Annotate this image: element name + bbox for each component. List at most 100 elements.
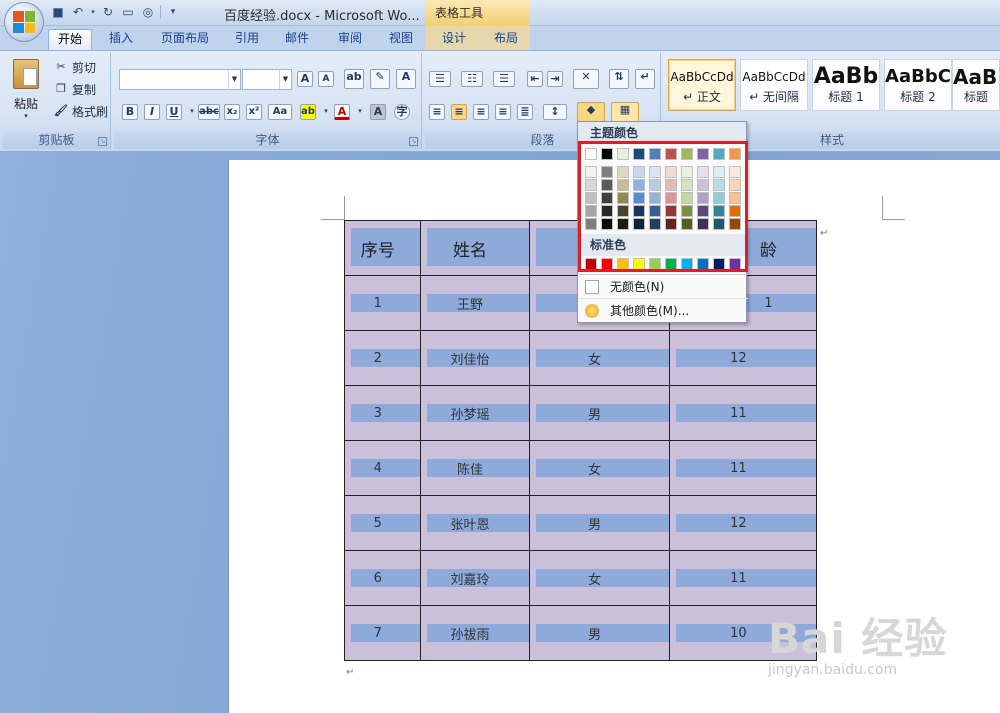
underline-icon[interactable]: U (166, 104, 182, 120)
theme-shade-swatch[interactable] (697, 179, 709, 191)
theme-shade-swatch[interactable] (681, 218, 693, 230)
style-normal[interactable]: AaBbCcDd ↵ 正文 (668, 59, 736, 111)
table-header-cell[interactable]: 姓名↵ (419, 220, 530, 276)
theme-shade-swatch[interactable] (617, 218, 629, 230)
table-cell[interactable]: 男↵ (528, 385, 671, 441)
shrink-font-icon[interactable]: A (318, 71, 334, 87)
theme-shade-swatch[interactable] (649, 166, 661, 178)
multilevel-list-icon[interactable]: ☰ (493, 71, 515, 87)
table-cell[interactable]: 刘佳怡↵ (419, 330, 530, 386)
enclose-char-icon[interactable]: 字 (394, 104, 410, 120)
decrease-indent-icon[interactable]: ⇤ (527, 71, 543, 87)
font-color-icon[interactable]: A (334, 104, 350, 120)
theme-shade-swatch[interactable] (601, 192, 613, 204)
more-colors-item[interactable]: 其他颜色(M)... (578, 298, 748, 322)
theme-color-swatch[interactable] (697, 148, 709, 160)
standard-color-swatch[interactable] (585, 258, 597, 270)
theme-shade-swatch[interactable] (601, 205, 613, 217)
theme-shade-swatch[interactable] (713, 205, 725, 217)
standard-color-swatch[interactable] (617, 258, 629, 270)
theme-color-swatch[interactable] (601, 148, 613, 160)
theme-shade-swatch[interactable] (649, 218, 661, 230)
grow-font-icon[interactable]: A (297, 71, 313, 87)
theme-color-swatch[interactable] (617, 148, 629, 160)
no-color-item[interactable]: 无颜色(N) (578, 274, 748, 298)
align-left-icon[interactable]: ≡ (429, 104, 445, 120)
strikethrough-icon[interactable]: abc (198, 104, 220, 120)
standard-color-swatch[interactable] (681, 258, 693, 270)
font-size-combo[interactable]: ▼ (242, 69, 292, 90)
theme-shade-swatch[interactable] (601, 218, 613, 230)
table-cell[interactable]: 12↵ (669, 495, 817, 551)
theme-shade-swatch[interactable] (713, 166, 725, 178)
style-no-spacing[interactable]: AaBbCcDd ↵ 无间隔 (740, 59, 808, 111)
style-heading-2[interactable]: AaBbC 标题 2 (884, 59, 952, 111)
theme-shade-swatch[interactable] (681, 205, 693, 217)
theme-shade-swatch[interactable] (665, 205, 677, 217)
theme-shade-swatch[interactable] (649, 192, 661, 204)
table-cell[interactable]: 12↵ (669, 330, 817, 386)
theme-shade-swatch[interactable] (633, 192, 645, 204)
table-cell[interactable]: 王野↵ (419, 275, 530, 331)
theme-shade-swatch[interactable] (729, 166, 741, 178)
bold-icon[interactable]: B (122, 104, 138, 120)
table-cell[interactable]: 刘嘉玲↵ (419, 550, 530, 606)
tab-design[interactable]: 设计 (435, 29, 473, 50)
sort-icon[interactable]: ⇅ (609, 69, 629, 89)
standard-color-swatch[interactable] (665, 258, 677, 270)
bullets-icon[interactable]: ☰ (429, 71, 451, 87)
theme-shade-swatch[interactable] (681, 179, 693, 191)
copy-button[interactable]: ❐ 复制 (53, 81, 96, 98)
standard-color-swatch[interactable] (649, 258, 661, 270)
borders-icon[interactable]: ▦ (611, 102, 639, 122)
tab-mailings[interactable]: 邮件 (278, 29, 316, 50)
clipboard-launcher-icon[interactable]: ↘ (98, 137, 107, 146)
theme-shade-swatch[interactable] (633, 218, 645, 230)
highlight-dropdown-icon[interactable]: ▾ (318, 104, 334, 120)
superscript-icon[interactable]: x² (246, 104, 262, 120)
theme-shade-swatch[interactable] (665, 179, 677, 191)
table-cell[interactable]: 张叶恩↵ (419, 495, 530, 551)
font-name-dropdown-icon[interactable]: ▼ (228, 70, 240, 89)
new-doc-icon[interactable]: ▭ (120, 4, 136, 20)
tab-view[interactable]: 视图 (382, 29, 420, 50)
table-cell[interactable]: 孙梦瑶↵ (419, 385, 530, 441)
format-painter-button[interactable]: 🖌 格式刷 (53, 103, 108, 120)
theme-shade-swatch[interactable] (681, 192, 693, 204)
theme-shade-swatch[interactable] (585, 218, 597, 230)
theme-shade-swatch[interactable] (713, 179, 725, 191)
table-cell[interactable]: 11↵ (669, 385, 817, 441)
tab-layout[interactable]: 布局 (487, 29, 525, 50)
theme-color-swatch[interactable] (665, 148, 677, 160)
show-marks-icon[interactable]: ↵ (635, 69, 655, 89)
style-title[interactable]: AaBb 标题 (952, 59, 1000, 111)
increase-indent-icon[interactable]: ⇥ (547, 71, 563, 87)
theme-shade-swatch[interactable] (697, 218, 709, 230)
customize-qat-icon[interactable]: ▾ (165, 4, 181, 20)
theme-shade-swatch[interactable] (729, 218, 741, 230)
theme-shade-swatch[interactable] (617, 179, 629, 191)
font-name-combo[interactable]: ▼ (119, 69, 241, 90)
print-preview-icon[interactable]: ◎ (140, 4, 156, 20)
theme-shade-swatch[interactable] (729, 192, 741, 204)
standard-color-swatch[interactable] (601, 258, 613, 270)
table-cell[interactable]: 女↵ (528, 330, 671, 386)
theme-shade-swatch[interactable] (633, 179, 645, 191)
theme-shade-swatch[interactable] (729, 179, 741, 191)
table-cell[interactable]: 6↵ (344, 550, 421, 606)
theme-color-swatch[interactable] (633, 148, 645, 160)
undo-icon[interactable]: ↶ (70, 4, 86, 20)
theme-color-swatch[interactable] (713, 148, 725, 160)
table-cell[interactable]: 孙祓雨↵ (419, 605, 530, 661)
align-center-icon[interactable]: ≡ (451, 104, 467, 120)
change-case-icon[interactable]: ab (344, 69, 364, 89)
table-cell[interactable]: 陈佳↵ (419, 440, 530, 496)
theme-shade-swatch[interactable] (617, 192, 629, 204)
theme-shade-swatch[interactable] (649, 205, 661, 217)
theme-shade-swatch[interactable] (601, 179, 613, 191)
theme-shade-swatch[interactable] (697, 205, 709, 217)
justify-icon[interactable]: ≡ (495, 104, 511, 120)
theme-shade-swatch[interactable] (713, 218, 725, 230)
tab-home[interactable]: 开始 (48, 29, 92, 50)
font-size-dropdown-icon[interactable]: ▼ (279, 70, 291, 89)
